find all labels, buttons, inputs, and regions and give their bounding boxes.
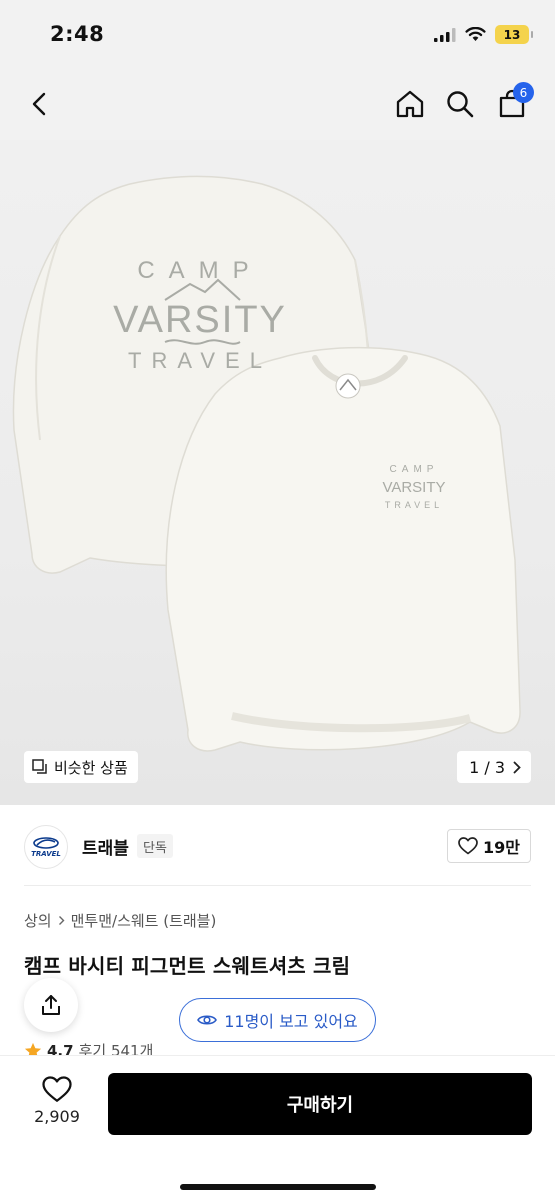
brand-logo[interactable]: TRAVEL bbox=[24, 825, 68, 869]
similar-products-label: 비슷한 상품 bbox=[54, 758, 128, 777]
heart-outline-icon bbox=[458, 837, 478, 855]
wifi-icon bbox=[465, 27, 486, 41]
product-photo: CAMP VARSITY TRAVEL CAMP VARSITY TRAVEL bbox=[12, 175, 521, 752]
breadcrumb: 상의 맨투맨/스웨트 (트래블) bbox=[24, 910, 216, 931]
front-print-travel: TRAVEL bbox=[385, 500, 443, 510]
chevron-right-icon bbox=[58, 916, 65, 925]
image-pager[interactable]: 1 / 3 bbox=[457, 751, 531, 783]
cart-count-badge: 6 bbox=[513, 82, 534, 103]
search-icon bbox=[447, 91, 474, 118]
chevron-right-icon bbox=[513, 761, 521, 773]
top-navigation: 6 bbox=[0, 70, 555, 140]
front-print-camp: CAMP bbox=[390, 464, 439, 475]
brand-like-count: 19만 bbox=[483, 838, 520, 857]
brand-row: TRAVEL 트래블 단독 19만 bbox=[0, 815, 555, 885]
status-icons: 13 bbox=[434, 25, 533, 44]
front-print-graphic: CAMP VARSITY TRAVEL bbox=[382, 464, 445, 510]
cellular-signal-icon bbox=[434, 27, 456, 42]
buy-button[interactable]: 구매하기 bbox=[108, 1073, 532, 1135]
cart-button[interactable]: 6 bbox=[492, 82, 534, 124]
copy-icon bbox=[32, 759, 47, 774]
breadcrumb-category[interactable]: 상의 bbox=[24, 910, 52, 931]
divider bbox=[24, 885, 531, 886]
status-bar: 2:48 13 bbox=[0, 0, 555, 70]
eye-icon bbox=[197, 1015, 218, 1025]
wishlist-count: 2,909 bbox=[34, 1107, 80, 1126]
product-image-carousel[interactable]: CAMP VARSITY TRAVEL CAMP VARSITY TRAVEL … bbox=[0, 140, 555, 805]
back-print-graphic: CAMP VARSITY TRAVEL bbox=[113, 257, 287, 373]
brand-like-button[interactable]: 19만 bbox=[447, 829, 531, 863]
search-button[interactable] bbox=[440, 84, 480, 124]
home-indicator bbox=[180, 1184, 376, 1190]
breadcrumb-subcategory[interactable]: 맨투맨/스웨트 (트래블) bbox=[71, 910, 217, 931]
back-print-camp: CAMP bbox=[137, 257, 262, 284]
product-page: 2:48 13 6 CAMP VARSITY TRAVEL CAMP VARSI… bbox=[0, 0, 555, 1200]
image-pager-text: 1 / 3 bbox=[469, 757, 505, 777]
front-print-varsity: VARSITY bbox=[382, 479, 445, 496]
chevron-left-icon bbox=[32, 92, 46, 116]
home-icon bbox=[396, 90, 424, 118]
share-button[interactable] bbox=[24, 978, 78, 1032]
bottom-action-bar: 2,909 구매하기 bbox=[0, 1055, 555, 1200]
live-viewers-pill: 11명이 보고 있어요 bbox=[179, 998, 376, 1042]
live-viewers-label: 11명이 보고 있어요 bbox=[224, 1012, 358, 1031]
front-sweatshirt bbox=[165, 346, 521, 752]
similar-products-button[interactable]: 비슷한 상품 bbox=[24, 751, 138, 783]
brand-name[interactable]: 트래블 bbox=[82, 834, 129, 859]
back-button[interactable] bbox=[20, 84, 60, 124]
status-time: 2:48 bbox=[50, 22, 105, 46]
brand-logo-text: TRAVEL bbox=[31, 849, 61, 858]
home-button[interactable] bbox=[390, 84, 430, 124]
back-print-varsity: VARSITY bbox=[113, 299, 287, 341]
product-title: 캠프 바시티 피그먼트 스웨트셔츠 크림 bbox=[24, 954, 351, 978]
share-icon bbox=[42, 995, 60, 1015]
brand-logo-mark bbox=[33, 836, 59, 849]
back-print-travel: TRAVEL bbox=[128, 348, 272, 373]
wishlist-button[interactable]: 2,909 bbox=[22, 1076, 92, 1126]
battery-icon: 13 bbox=[495, 25, 533, 44]
exclusive-badge: 단독 bbox=[137, 834, 173, 858]
heart-outline-icon bbox=[42, 1076, 72, 1102]
